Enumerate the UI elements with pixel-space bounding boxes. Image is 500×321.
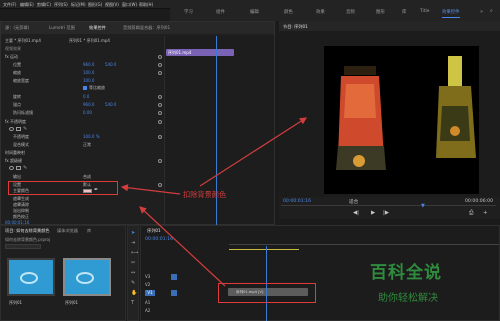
logo-title: 百科全说 — [370, 263, 442, 283]
logo-subtitle: 助你轻松解决 — [378, 293, 438, 304]
arrow-to-key-color — [120, 184, 181, 195]
arrow-to-video — [199, 117, 308, 187]
watermark-logo: 百科全说 助你轻松解决 — [366, 256, 496, 310]
arrow-from-clip — [139, 206, 226, 287]
